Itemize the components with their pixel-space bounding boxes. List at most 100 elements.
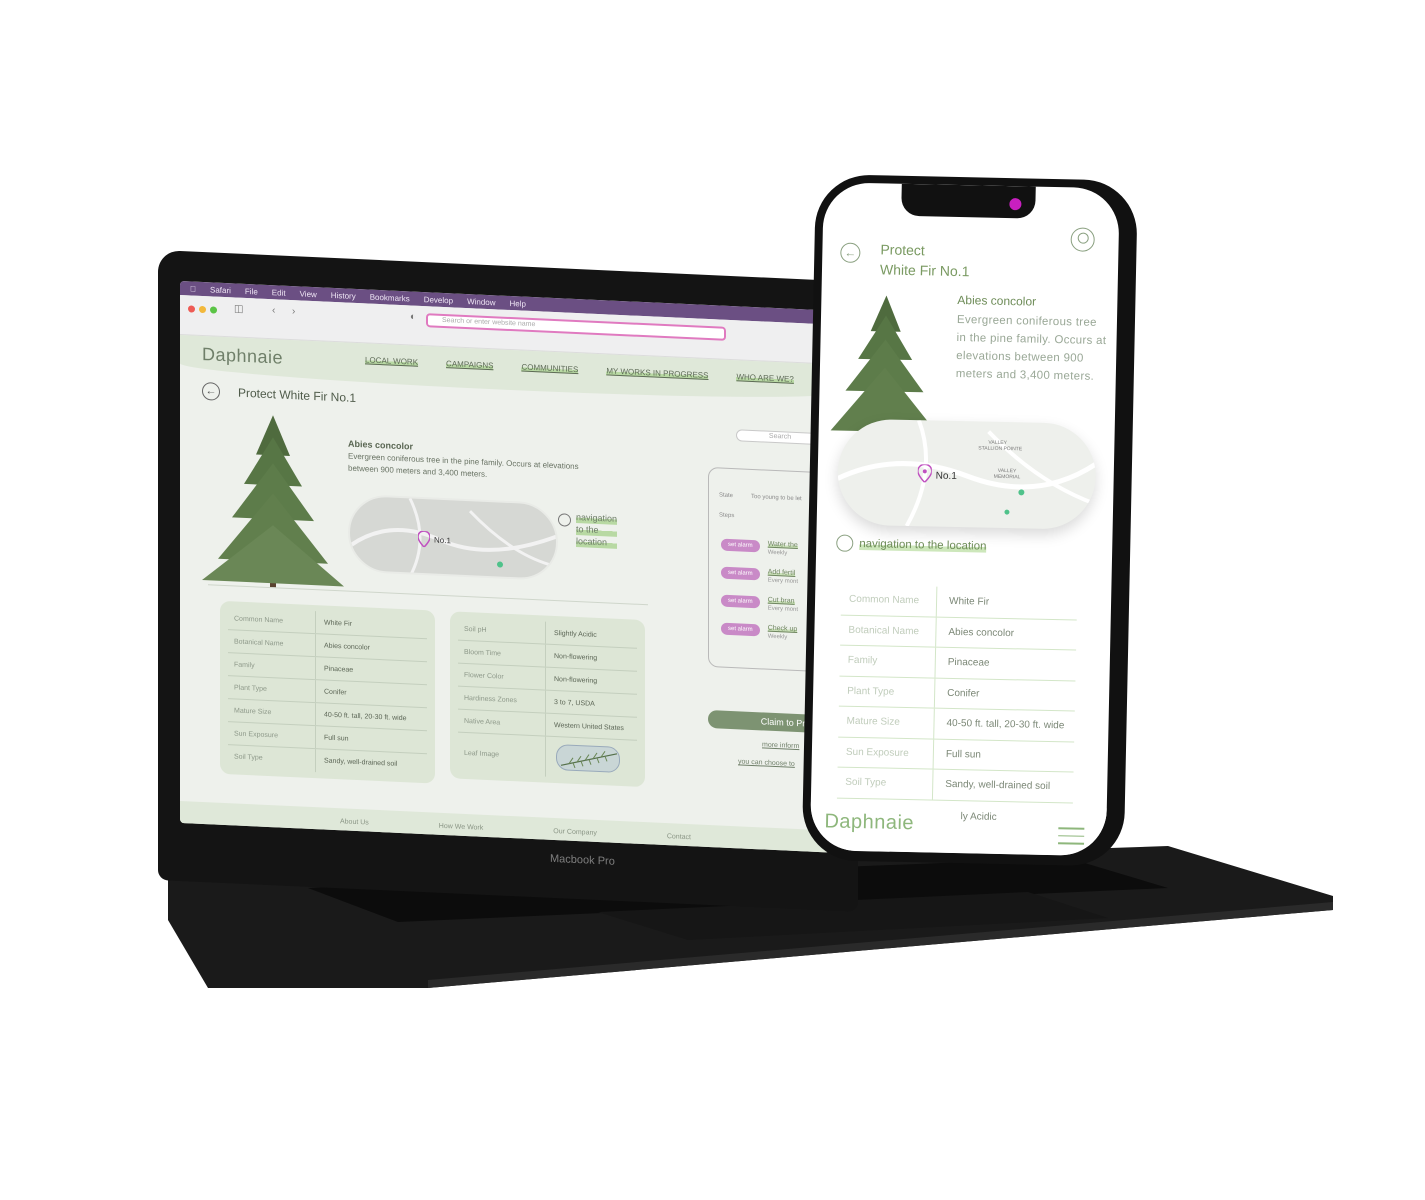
row-key: Hardiness Zones [458, 686, 546, 713]
navigation-link[interactable]: navigation to the location [836, 534, 987, 555]
care-step-frequency: Weekly [767, 633, 788, 641]
nav-who-are-we[interactable]: WHO ARE WE? [736, 372, 794, 384]
privacy-icon[interactable]: ◐ [410, 311, 416, 322]
table-row: Botanical Name Abies concolor [840, 615, 1077, 651]
row-value: Sandy, well-drained soil [945, 779, 1051, 793]
set-alarm-button[interactable]: set alarm [721, 538, 760, 553]
back-arrow-icon[interactable]: ‹ [272, 305, 275, 316]
close-window-button[interactable] [188, 305, 195, 313]
row-key: Leaf Image [458, 732, 546, 777]
set-alarm-button[interactable]: set alarm [721, 594, 760, 609]
hamburger-menu-icon[interactable] [1058, 827, 1085, 850]
page-title: Protect White Fir No.1 [880, 239, 970, 281]
menu-file[interactable]: File [245, 286, 258, 296]
row-value: Abies concolor [948, 626, 1015, 639]
footer-about[interactable]: About Us [340, 818, 369, 826]
apple-icon[interactable]:  [190, 284, 196, 293]
map-pin-icon[interactable] [917, 464, 932, 483]
location-map[interactable]: VALLEY STALLION POINTE VALLEY MEMORIAL N… [836, 418, 1097, 530]
more-info-link[interactable]: more inform [762, 741, 799, 750]
menu-develop[interactable]: Develop [424, 295, 453, 305]
page-title-line1: Protect [880, 241, 925, 259]
menu-bookmarks[interactable]: Bookmarks [370, 292, 410, 303]
row-value: White Fir [324, 619, 352, 628]
care-step-title: Check up [767, 624, 798, 634]
nav-works-in-progress[interactable]: MY WORKS IN PROGRESS [606, 366, 709, 380]
menu-view[interactable]: View [300, 289, 317, 299]
care-step-text[interactable]: Add fertil Every mont [767, 568, 799, 586]
divider [208, 584, 648, 606]
species-info: Abies concolor Evergreen coniferous tree… [956, 293, 1108, 386]
set-alarm-button[interactable]: set alarm [721, 566, 760, 581]
row-value: Abies concolor [324, 642, 370, 652]
menu-safari[interactable]: Safari [210, 285, 231, 295]
care-step-title: Add fertil [767, 568, 796, 577]
table-row: Mature Size 40-50 ft. tall, 20-30 ft. wid… [838, 706, 1075, 743]
nav-local-work[interactable]: LOCAL WORK [365, 355, 419, 367]
care-step-text[interactable]: Cut bran Every mont [767, 596, 798, 614]
care-step-frequency: Every mont [767, 577, 799, 586]
row-key: Family [839, 645, 937, 678]
leaf-sprig-icon [560, 751, 618, 769]
zoom-window-button[interactable] [210, 306, 217, 314]
table-row: Leaf Image [458, 732, 637, 781]
user-profile-icon[interactable] [1070, 227, 1095, 252]
row-key: Plant Type [838, 676, 936, 708]
back-arrow-icon[interactable]: ← [202, 381, 220, 401]
url-input[interactable]: Search or enter website name [426, 313, 726, 341]
table-row: Sun Exposure Full sun [837, 737, 1075, 773]
set-alarm-button[interactable]: set alarm [721, 622, 760, 637]
row-key: Mature Size [228, 699, 316, 726]
location-map[interactable]: No.1 [348, 493, 558, 582]
forward-arrow-icon[interactable]: › [292, 306, 295, 317]
menu-help[interactable]: Help [510, 298, 526, 308]
back-arrow-icon[interactable]: ← [840, 242, 861, 263]
care-step-title: Water the [767, 540, 798, 550]
care-step-frequency: Weekly [767, 549, 788, 557]
compass-icon [836, 534, 854, 552]
map-area-label: STALLION POINTE [978, 445, 1023, 453]
row-key: Soil Type [228, 745, 316, 773]
laptop:  Safari File Edit View History Bookmark… [158, 250, 858, 912]
state-label: State [719, 492, 734, 500]
care-step-title: Cut bran [767, 596, 795, 605]
compass-icon[interactable] [558, 513, 571, 527]
page-title-row: ← Protect White Fir No.1 [202, 381, 357, 407]
minimize-window-button[interactable] [199, 305, 206, 314]
row-key: Common Name [228, 607, 316, 634]
row-value: Pinaceae [324, 665, 354, 674]
footer-contact[interactable]: Contact [667, 833, 691, 841]
care-step-text[interactable]: Water the Weekly [767, 540, 798, 558]
steps-label: Steps [719, 512, 735, 520]
sidebar-icon[interactable]: ◫ [234, 303, 243, 314]
menu-history[interactable]: History [331, 290, 356, 300]
footer-company[interactable]: Our Company [553, 828, 597, 837]
table-row: Common Name White Fir [840, 584, 1078, 621]
menu-window[interactable]: Window [467, 297, 495, 307]
plant-growing-table: Soil pH Slightly Acidic Bloom Time Non-flo… [450, 611, 645, 788]
row-key: Bloom Time [458, 640, 546, 667]
row-key: Mature Size [838, 706, 935, 739]
menu-edit[interactable]: Edit [272, 288, 286, 298]
care-step: set alarm Water the Weekly [721, 538, 798, 558]
row-value: White Fir [948, 596, 990, 608]
table-peek-text: ly Acidic [960, 811, 997, 823]
browser-window:  Safari File Edit View History Bookmark… [180, 280, 830, 853]
row-key: Plant Type [228, 676, 316, 703]
map-area-label: MEMORIAL [993, 473, 1021, 481]
row-key: Botanical Name [228, 630, 316, 657]
site-logo[interactable]: Daphnaie [202, 344, 283, 369]
nav-communities[interactable]: COMMUNITIES [521, 362, 579, 375]
page-title: Protect White Fir No.1 [238, 385, 357, 405]
map-pin-icon[interactable] [418, 530, 430, 548]
site-logo[interactable]: Daphnaie [824, 810, 914, 835]
species-info: Abies concolor Evergreen coniferous tree… [348, 439, 608, 487]
footer-how-we-work[interactable]: How We Work [439, 823, 483, 832]
map-roads [350, 497, 558, 578]
navigation-link[interactable]: navigation to the location [576, 510, 618, 549]
row-key: Botanical Name [840, 615, 937, 647]
map-roads [836, 419, 1097, 527]
choose-text-link[interactable]: you can choose to [738, 758, 795, 768]
nav-campaigns[interactable]: CAMPAIGNS [446, 359, 494, 371]
care-step-text[interactable]: Check up Weekly [767, 624, 798, 642]
